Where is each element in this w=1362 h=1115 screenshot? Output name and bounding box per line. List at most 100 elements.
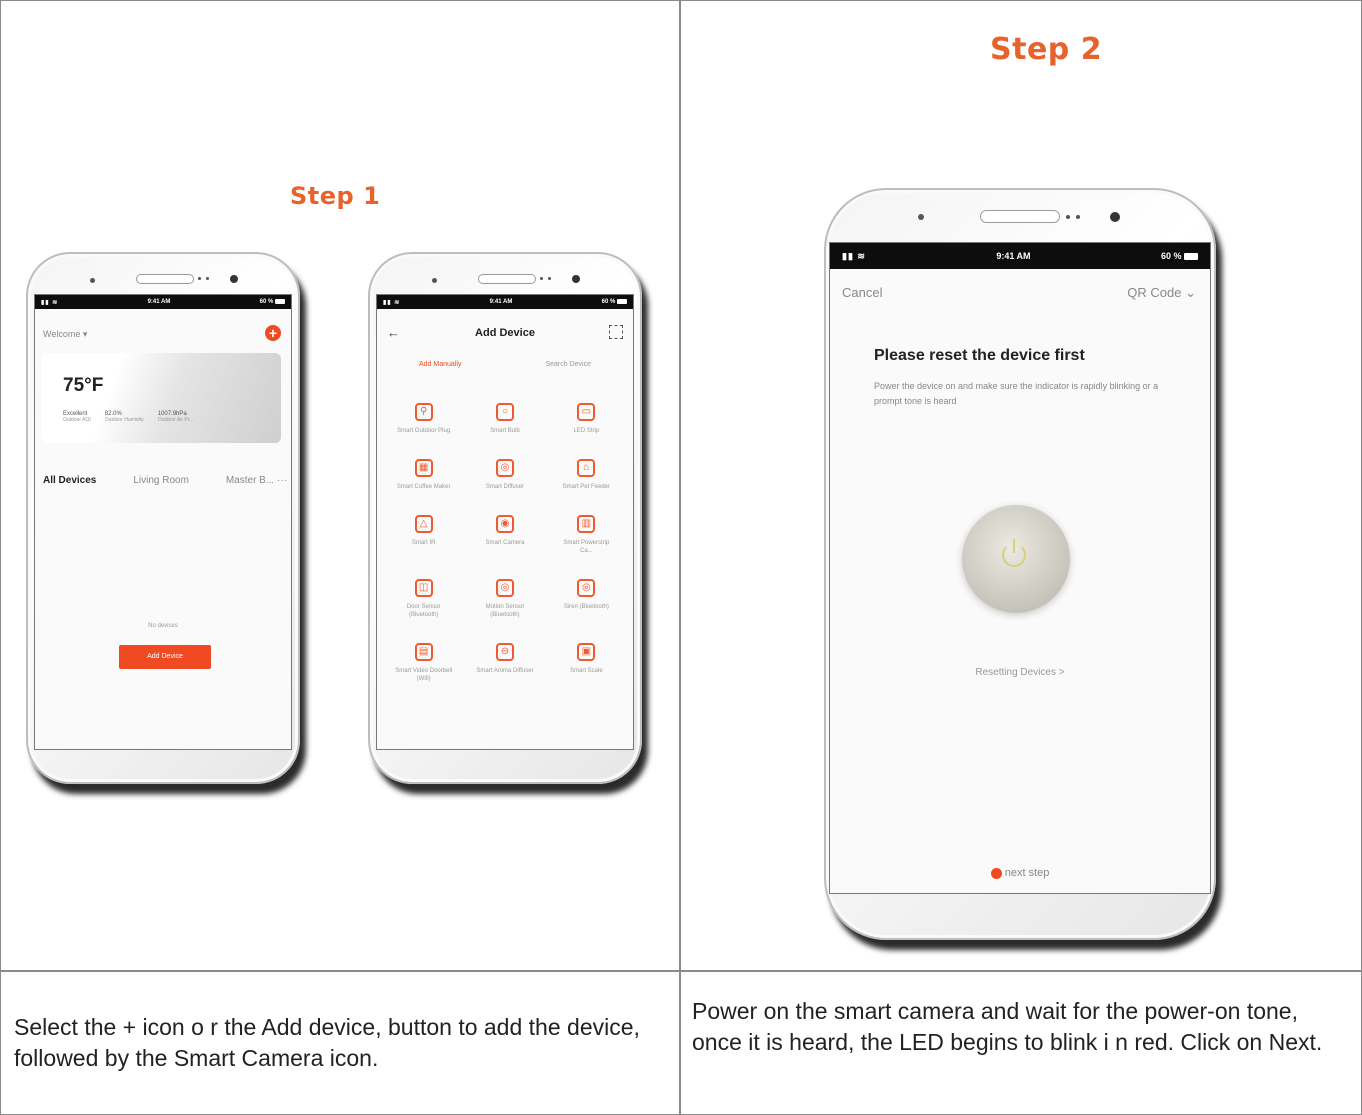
sensor-dot	[1066, 215, 1070, 219]
add-device-button[interactable]: Add Device	[119, 645, 211, 669]
power-icon-stem	[1013, 539, 1015, 553]
step2-caption: Power on the smart camera and wait for t…	[692, 998, 1323, 1055]
device-type-item[interactable]: ⚲ Smart Outdoor Plug	[383, 403, 464, 435]
stat-label: Outdoor AQI	[63, 417, 91, 423]
device-type-label: Smart Video Doorbell (Wifi)	[395, 668, 453, 682]
screen-home: ▮▮ ≋ 9:41 AM 60 % Welcome ▾ + 75°F Excel…	[34, 294, 292, 750]
weather-stats: Excellent Outdoor AQI 82.0% Outdoor Humidi…	[63, 411, 193, 423]
device-type-label: Siren (Bluetooth)	[563, 604, 609, 610]
device-type-label: Smart Outdoor Plug	[397, 428, 451, 434]
device-type-item[interactable]: ◎ Smart Diffuser	[464, 459, 545, 491]
front-camera	[230, 275, 238, 283]
tab-master-bedroom[interactable]: Master B... ···	[226, 475, 287, 486]
chevron-down-icon: ▾	[82, 329, 88, 339]
reset-description: Power the device on and make sure the in…	[874, 381, 1159, 406]
device-type-item[interactable]: ◎ Motion Sensor (Bluetooth)	[464, 579, 545, 619]
tab-add-manually[interactable]: Add Manually	[419, 361, 461, 368]
battery-indicator: 60 %	[260, 298, 285, 305]
device-type-label: Smart Aroma Diffuser	[476, 668, 534, 674]
stat-label: Outdoor Humidity	[104, 417, 144, 423]
next-step-icon	[990, 867, 1002, 879]
add-plus-button[interactable]: +	[265, 325, 281, 341]
battery-indicator: 60 %	[1161, 251, 1198, 261]
device-type-icon: ▤	[414, 643, 433, 661]
cancel-button[interactable]: Cancel	[842, 285, 882, 300]
reset-heading: Please reset the device first	[874, 347, 1085, 364]
device-type-icon: ⌂	[577, 459, 596, 477]
weather-stat: Excellent Outdoor AQI	[63, 411, 91, 423]
battery-indicator: 60 %	[601, 298, 627, 306]
status-time: 9:41 AM	[996, 251, 1031, 261]
device-type-icon: ○	[495, 403, 514, 421]
device-type-item[interactable]: ▦ Smart Coffee Maker	[383, 459, 464, 491]
next-step-button[interactable]: next step	[830, 867, 1210, 879]
sensor-dot	[548, 277, 551, 280]
more-icon: ···	[276, 475, 287, 486]
table-border-top	[0, 0, 1362, 1]
sensor-dot	[540, 277, 543, 280]
device-type-item[interactable]: ▭ LED Strip	[546, 403, 627, 435]
document-table: Step 1 Step 2 Select the + icon o r the …	[0, 0, 1362, 1115]
device-type-label: Door Sensor (Bluetooth)	[406, 604, 441, 618]
device-type-item[interactable]: ▤ Smart Video Doorbell (Wifi)	[383, 643, 464, 683]
device-type-label: Smart Coffee Maker	[396, 484, 451, 490]
device-type-item[interactable]: ◉ Smart Camera	[464, 515, 545, 555]
home-selector[interactable]: Welcome ▾	[43, 329, 87, 340]
phone-reset: ▮▮ ≋ 9:41 AM 60 % Cancel QR Code ⌄ Pleas…	[824, 188, 1216, 940]
sensor-dot	[198, 277, 201, 280]
scan-icon[interactable]	[609, 325, 623, 339]
add-tabs: Add Manually Search Device	[377, 361, 633, 368]
device-type-icon: ◫	[414, 579, 433, 597]
front-camera	[572, 275, 580, 283]
qr-code-button[interactable]: QR Code ⌄	[1127, 285, 1196, 301]
screen-add-device: ▮▮ ≋ 9:41 AM 60 % ← Add Device Add Manua…	[376, 294, 634, 750]
sensor-dot	[432, 278, 437, 283]
tab-living-room[interactable]: Living Room	[133, 475, 189, 486]
battery-icon	[617, 298, 627, 304]
tab-search-device[interactable]: Search Device	[545, 361, 591, 368]
status-time: 9:41 AM	[489, 299, 513, 305]
status-bar: ▮▮ ≋ 9:41 AM 60 %	[377, 295, 633, 309]
device-type-label: Smart Pet Feeder	[562, 484, 610, 490]
device-type-icon: ▣	[577, 643, 596, 661]
device-type-icon: ▦	[414, 459, 433, 477]
screen-reset: ▮▮ ≋ 9:41 AM 60 % Cancel QR Code ⌄ Pleas…	[829, 242, 1211, 894]
weather-stat: 1007.9hPa Outdoor Air Pr...	[158, 411, 194, 423]
qr-code-label: QR Code	[1127, 285, 1182, 300]
step1-title: Step 1	[290, 182, 381, 210]
home-name: Welcome	[43, 329, 81, 339]
resetting-devices-link[interactable]: Resetting Devices >	[830, 667, 1210, 678]
device-power-illustration	[962, 505, 1070, 613]
battery-icon	[275, 298, 285, 304]
device-type-item[interactable]: △ Smart IR	[383, 515, 464, 555]
device-type-item[interactable]: ◎ Siren (Bluetooth)	[546, 579, 627, 619]
table-divider-horizontal	[0, 970, 1362, 972]
device-type-label: Smart Powerstrip Ca...	[563, 540, 610, 554]
device-type-grid: ⚲ Smart Outdoor Plug ○ Smart Bulb ▭ LED Strip…	[383, 403, 627, 683]
device-type-item[interactable]: ⌂ Smart Pet Feeder	[546, 459, 627, 491]
weather-stat: 82.0% Outdoor Humidity	[105, 411, 144, 423]
phone-home: ▮▮ ≋ 9:41 AM 60 % Welcome ▾ + 75°F Excel…	[26, 252, 300, 784]
battery-label: 60 %	[1160, 251, 1182, 261]
earpiece	[136, 274, 194, 284]
device-type-item[interactable]: ⊖ Smart Aroma Diffuser	[464, 643, 545, 683]
weather-card: 75°F Excellent Outdoor AQI 82.0% Outdoor H…	[41, 353, 281, 443]
sensor-dot	[1076, 215, 1080, 219]
device-type-item[interactable]: ▥ Smart Powerstrip Ca...	[546, 515, 627, 555]
step2-title: Step 2	[990, 32, 1103, 67]
step1-caption: Select the + icon o r the Add device, bu…	[14, 1014, 640, 1071]
battery-label: 60 %	[601, 299, 616, 306]
front-camera	[1110, 212, 1120, 222]
device-type-icon: ⊖	[495, 643, 514, 661]
page-title: Add Device	[475, 327, 535, 339]
device-type-item[interactable]: ▣ Smart Scale	[546, 643, 627, 683]
device-type-icon: ◎	[495, 579, 514, 597]
device-type-item[interactable]: ◫ Door Sensor (Bluetooth)	[383, 579, 464, 619]
device-type-icon: ▥	[577, 515, 596, 533]
device-type-item[interactable]: ○ Smart Bulb	[464, 403, 545, 435]
sensor-dot	[206, 277, 209, 280]
signal-icon: ▮▮ ≋	[383, 299, 401, 306]
tab-all-devices[interactable]: All Devices	[43, 475, 96, 486]
stat-label: Outdoor Air Pr...	[157, 417, 194, 423]
device-type-icon: ◎	[577, 579, 596, 597]
